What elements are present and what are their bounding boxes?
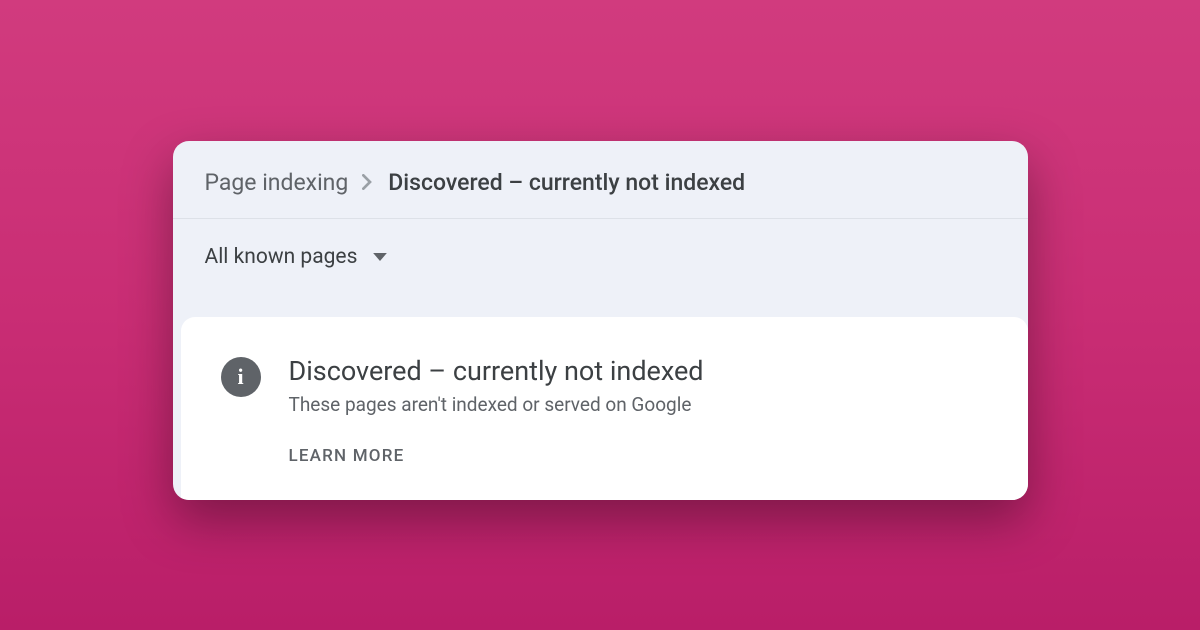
caret-down-icon — [373, 253, 387, 261]
indexing-panel: Page indexing Discovered – currently not… — [173, 141, 1028, 500]
status-subtitle: These pages aren't indexed or served on … — [289, 393, 704, 416]
chevron-right-icon — [362, 174, 374, 190]
breadcrumb-parent-link[interactable]: Page indexing — [205, 169, 349, 196]
filter-dropdown[interactable]: All known pages — [173, 219, 1028, 317]
learn-more-link[interactable]: LEARN MORE — [289, 446, 704, 466]
status-card-content: Discovered – currently not indexed These… — [289, 355, 704, 466]
breadcrumb: Page indexing Discovered – currently not… — [173, 141, 1028, 219]
status-card: i Discovered – currently not indexed The… — [181, 317, 1028, 500]
filter-selected-label: All known pages — [205, 245, 358, 269]
status-title: Discovered – currently not indexed — [289, 355, 704, 387]
breadcrumb-current: Discovered – currently not indexed — [388, 169, 745, 196]
info-icon: i — [221, 357, 261, 397]
